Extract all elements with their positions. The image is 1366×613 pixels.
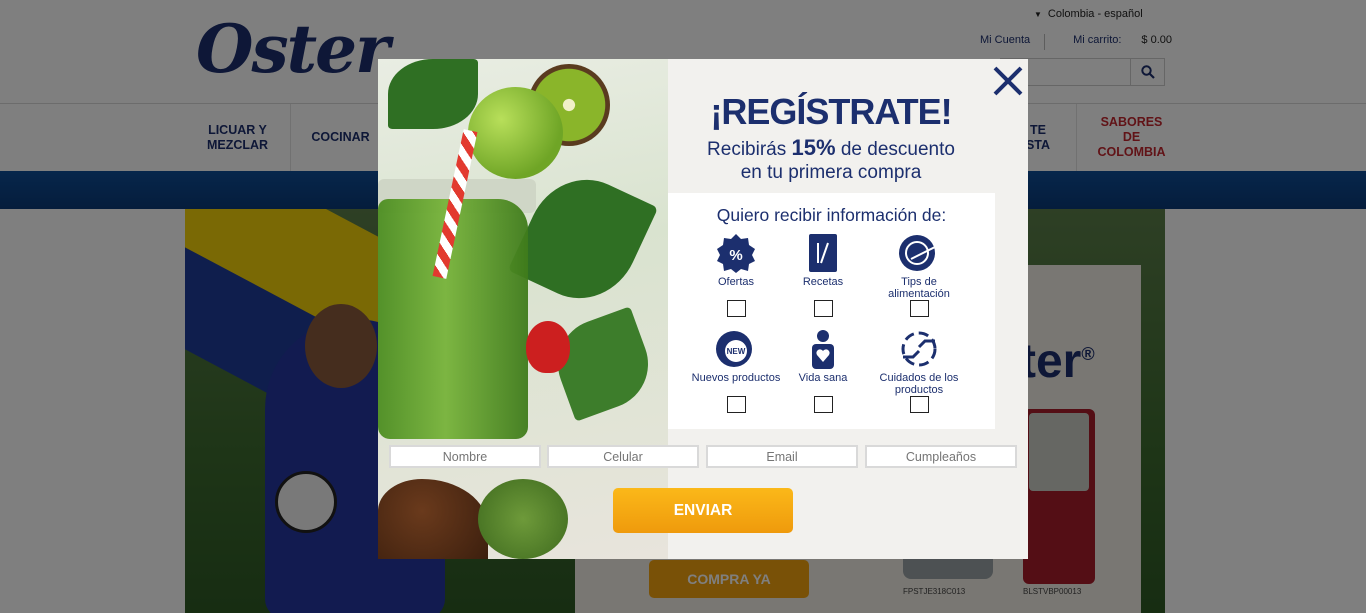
preferences-panel: Quiero recibir información de: % Ofertas… xyxy=(668,193,995,429)
name-field[interactable] xyxy=(389,445,541,468)
leaf-image xyxy=(388,59,478,129)
percent-badge-icon: % xyxy=(717,234,755,273)
recetas-checkbox[interactable] xyxy=(813,300,833,317)
svg-text:%: % xyxy=(729,247,742,264)
pref-vida-sana: Vida sana xyxy=(773,329,873,413)
pref-recetas: Recetas xyxy=(773,233,873,317)
pref-label: Cuidados de los productos xyxy=(879,372,959,396)
submit-button[interactable]: ENVIAR xyxy=(613,488,793,533)
close-button[interactable] xyxy=(988,61,1028,101)
subtitle-pre: Recibirás xyxy=(707,139,787,160)
pref-label: Recetas xyxy=(802,276,844,288)
close-icon xyxy=(993,66,1023,96)
new-badge-icon: NEW xyxy=(716,331,752,367)
strawberry-image xyxy=(526,321,570,373)
flax-seeds-image xyxy=(378,479,488,559)
cuidados-checkbox[interactable] xyxy=(909,396,929,413)
pref-nuevos-productos: NEW Nuevos productos xyxy=(686,329,786,413)
registration-modal: ¡REGÍSTRATE! Recibirás 15% de descuento … xyxy=(378,59,1028,559)
vida-sana-checkbox[interactable] xyxy=(813,396,833,413)
phone-field[interactable] xyxy=(547,445,699,468)
nuevos-checkbox[interactable] xyxy=(726,396,746,413)
pref-label: Vida sana xyxy=(798,372,848,384)
pref-label: Tips de alimentación xyxy=(888,276,950,300)
recipe-book-icon xyxy=(809,234,837,272)
email-field[interactable] xyxy=(706,445,858,468)
modal-title: ¡REGÍSTRATE! xyxy=(710,91,952,132)
tips-checkbox[interactable] xyxy=(909,300,929,317)
pref-cuidados-productos: Cuidados de los productos xyxy=(869,329,969,413)
pref-tips-alimentacion: Tips de alimentación xyxy=(869,233,969,317)
svg-text:NEW: NEW xyxy=(727,347,746,356)
broccoli-image xyxy=(478,479,568,559)
preferences-title: Quiero recibir información de: xyxy=(716,205,947,225)
modal-subtitle-line2: en tu primera compra xyxy=(740,162,922,183)
smoothie-photo xyxy=(378,59,668,559)
discount-percent: 15% xyxy=(791,135,836,160)
subtitle-post: de descuento xyxy=(840,139,955,160)
birthday-field[interactable] xyxy=(865,445,1017,468)
pref-ofertas: % Ofertas xyxy=(686,233,786,317)
healthy-person-icon xyxy=(812,330,834,369)
pref-label: Ofertas xyxy=(717,276,755,288)
pref-label: Nuevos productos xyxy=(691,372,781,384)
apple-image xyxy=(468,87,563,179)
ofertas-checkbox[interactable] xyxy=(726,300,746,317)
plate-icon xyxy=(899,235,940,271)
hands-care-icon xyxy=(901,331,937,367)
modal-subtitle: Recibirás 15% de descuento xyxy=(668,135,994,161)
